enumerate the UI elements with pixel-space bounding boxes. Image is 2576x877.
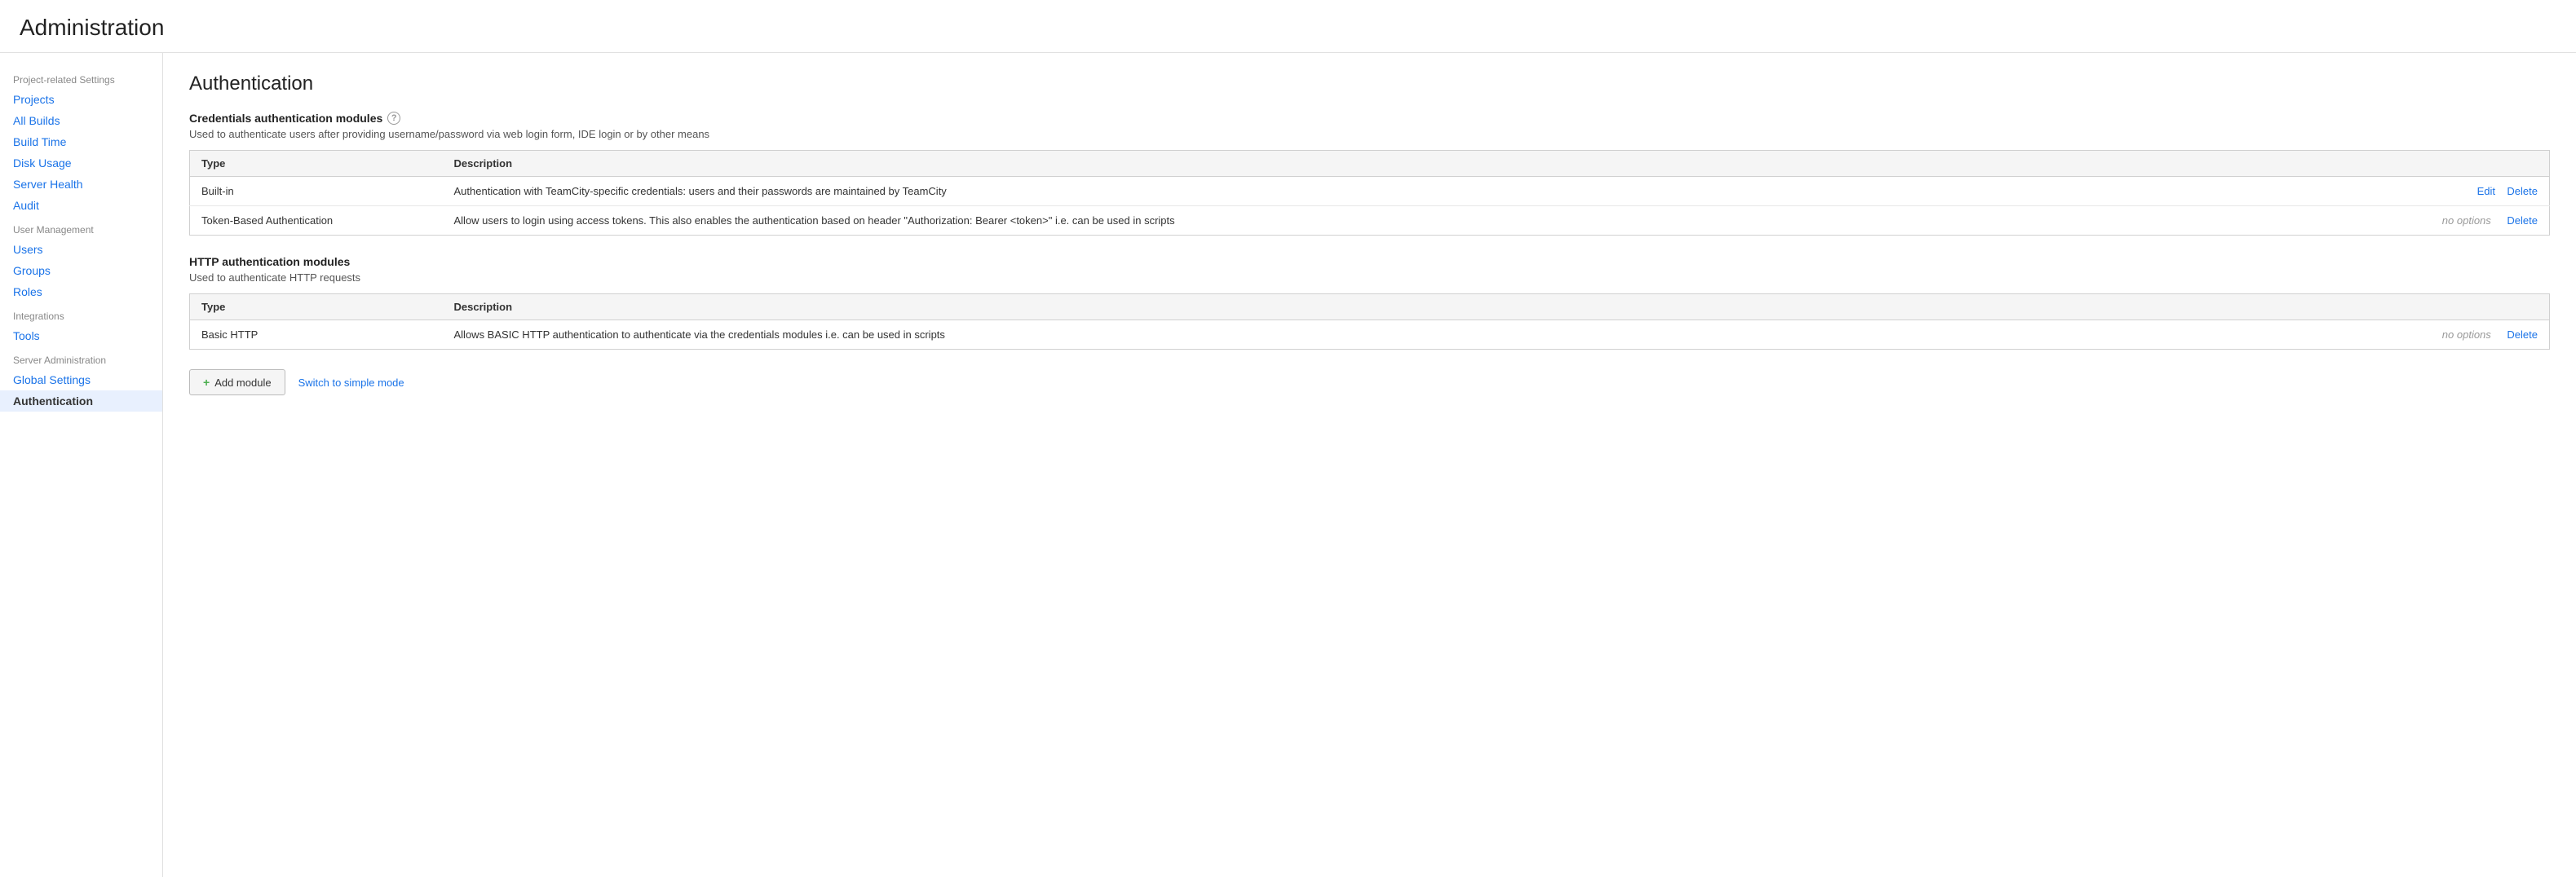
table-row: Built-in Authentication with TeamCity-sp… — [190, 177, 2550, 206]
sidebar-section-integrations: Integrations — [0, 302, 162, 325]
http-section-desc: Used to authenticate HTTP requests — [189, 271, 2550, 284]
token-auth-delete-link[interactable]: Delete — [2507, 214, 2538, 227]
add-module-button[interactable]: + Add module — [189, 369, 285, 395]
credentials-col-type-header: Type — [190, 151, 443, 177]
sidebar-item-roles[interactable]: Roles — [0, 281, 162, 302]
credentials-table-header-row: Type Description — [190, 151, 2550, 177]
http-section-title: HTTP authentication modules — [189, 255, 2550, 268]
sidebar-item-all-builds[interactable]: All Builds — [0, 110, 162, 131]
token-auth-actions: no options Delete — [2419, 206, 2550, 236]
token-auth-no-options: no options — [2442, 214, 2491, 227]
credentials-col-desc-header: Description — [443, 151, 2419, 177]
token-auth-desc: Allow users to login using access tokens… — [443, 206, 2419, 236]
http-table: Type Description Basic HTTP Allows BASIC… — [189, 293, 2550, 350]
table-row: Token-Based Authentication Allow users t… — [190, 206, 2550, 236]
sidebar: Project-related Settings Projects All Bu… — [0, 53, 163, 877]
actions-bar: + Add module Switch to simple mode — [189, 369, 2550, 395]
sidebar-item-server-health[interactable]: Server Health — [0, 174, 162, 195]
sidebar-item-build-time[interactable]: Build Time — [0, 131, 162, 152]
table-row: Basic HTTP Allows BASIC HTTP authenticat… — [190, 320, 2550, 350]
credentials-section: Credentials authentication modules ? Use… — [189, 112, 2550, 236]
builtin-actions: Edit Delete — [2419, 177, 2550, 206]
credentials-section-desc: Used to authenticate users after providi… — [189, 128, 2550, 140]
credentials-col-actions-header — [2419, 151, 2550, 177]
basic-http-desc: Allows BASIC HTTP authentication to auth… — [443, 320, 2419, 350]
page-title: Administration — [20, 15, 2556, 41]
add-module-label: Add module — [214, 377, 271, 389]
credentials-section-title: Credentials authentication modules ? — [189, 112, 2550, 125]
plus-icon: + — [203, 376, 210, 389]
basic-http-delete-link[interactable]: Delete — [2507, 328, 2538, 341]
http-col-type-header: Type — [190, 294, 443, 320]
builtin-edit-link[interactable]: Edit — [2477, 185, 2495, 197]
token-auth-type: Token-Based Authentication — [190, 206, 443, 236]
page-header: Administration — [0, 0, 2576, 53]
credentials-help-icon[interactable]: ? — [387, 112, 400, 125]
basic-http-type: Basic HTTP — [190, 320, 443, 350]
builtin-delete-link[interactable]: Delete — [2507, 185, 2538, 197]
sidebar-item-tools[interactable]: Tools — [0, 325, 162, 346]
basic-http-no-options: no options — [2442, 328, 2491, 341]
main-content: Authentication Credentials authenticatio… — [163, 53, 2576, 877]
http-section: HTTP authentication modules Used to auth… — [189, 255, 2550, 350]
http-col-actions-header — [2419, 294, 2550, 320]
builtin-type: Built-in — [190, 177, 443, 206]
switch-mode-link[interactable]: Switch to simple mode — [298, 377, 404, 389]
sidebar-item-disk-usage[interactable]: Disk Usage — [0, 152, 162, 174]
sidebar-section-server-admin: Server Administration — [0, 346, 162, 369]
credentials-table: Type Description Built-in Authentication… — [189, 150, 2550, 236]
sidebar-item-authentication[interactable]: Authentication — [0, 390, 162, 412]
sidebar-item-audit[interactable]: Audit — [0, 195, 162, 216]
basic-http-actions: no options Delete — [2419, 320, 2550, 350]
http-col-desc-header: Description — [443, 294, 2419, 320]
sidebar-item-global-settings[interactable]: Global Settings — [0, 369, 162, 390]
authentication-page-title: Authentication — [189, 73, 2550, 95]
sidebar-item-projects[interactable]: Projects — [0, 89, 162, 110]
http-table-header-row: Type Description — [190, 294, 2550, 320]
sidebar-item-groups[interactable]: Groups — [0, 260, 162, 281]
sidebar-section-user-mgmt: User Management — [0, 216, 162, 239]
sidebar-item-users[interactable]: Users — [0, 239, 162, 260]
sidebar-section-project: Project-related Settings — [0, 66, 162, 89]
builtin-desc: Authentication with TeamCity-specific cr… — [443, 177, 2419, 206]
